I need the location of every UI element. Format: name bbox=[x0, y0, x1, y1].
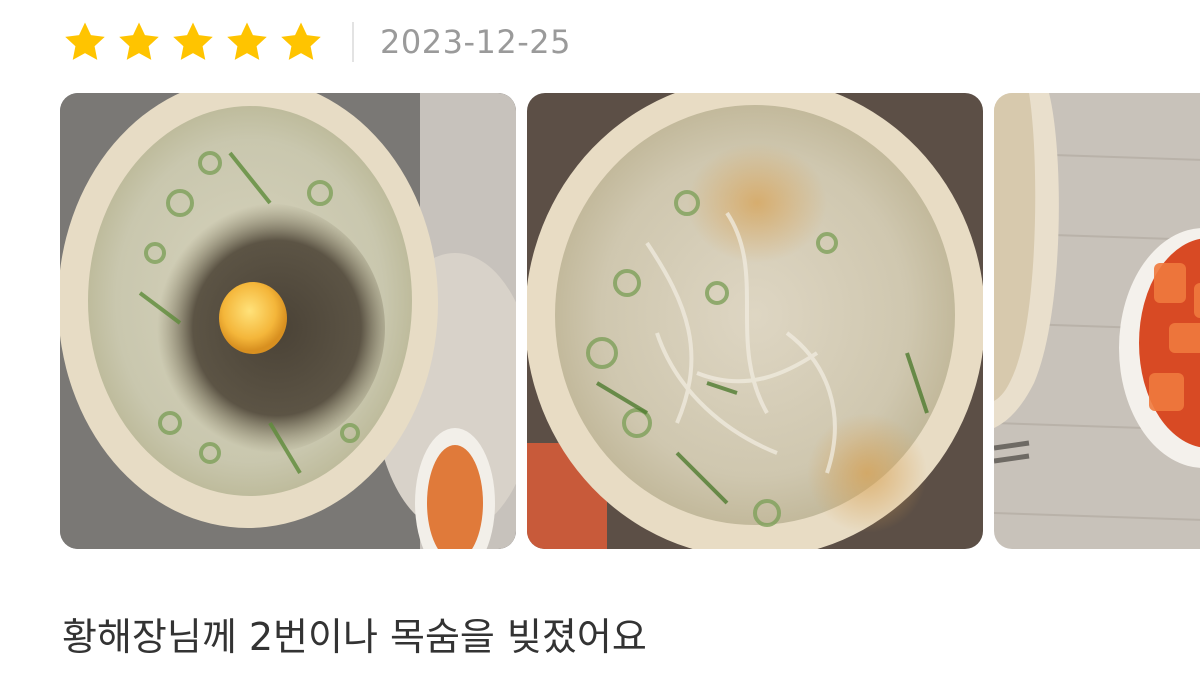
star-rating bbox=[62, 19, 324, 65]
review-photo-1[interactable] bbox=[60, 93, 516, 549]
star-icon bbox=[281, 22, 321, 60]
divider bbox=[352, 22, 354, 62]
star-icon bbox=[119, 22, 159, 60]
star-icon bbox=[227, 22, 267, 60]
photo-carousel[interactable] bbox=[60, 93, 1200, 549]
review-date: 2023-12-25 bbox=[380, 23, 571, 61]
star-icon bbox=[65, 22, 105, 60]
star-icon bbox=[173, 22, 213, 60]
review-text: 황해장님께 2번이나 목숨을 빚졌어요 bbox=[62, 615, 647, 659]
review-photo-3[interactable] bbox=[994, 93, 1200, 549]
rating-row: 2023-12-25 bbox=[62, 14, 571, 70]
review-photo-2[interactable] bbox=[527, 93, 983, 549]
review-card: 2023-12-25 황해장님께 2번이나 목숨을 빚졌어요 bbox=[0, 0, 1200, 675]
